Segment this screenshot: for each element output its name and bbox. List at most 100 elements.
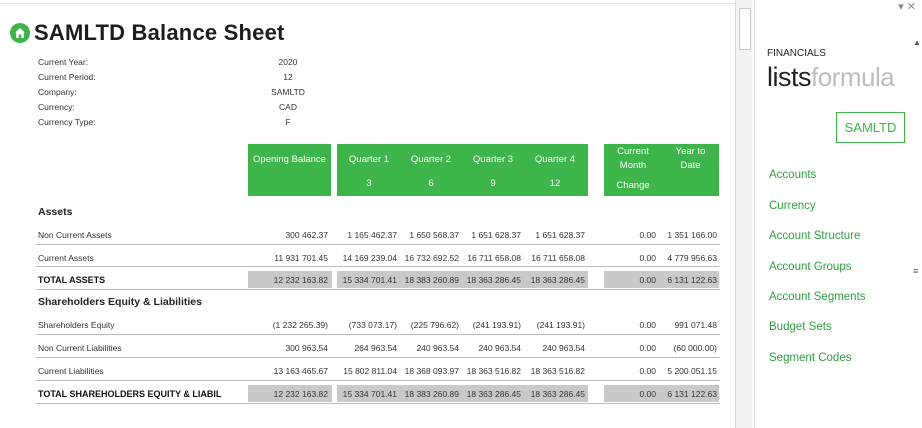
table-cell: 18 363 286.45 — [466, 389, 521, 399]
col-header-quarters: Quarter 1 3 Quarter 2 6 Quarter 3 9 Quar… — [337, 144, 588, 196]
sheet-scrollbar-thumb[interactable] — [739, 8, 751, 50]
col-header-q3-period: 9 — [490, 178, 496, 189]
current-year-label: Current Year: — [38, 57, 89, 67]
table-cell: 0.00 — [639, 253, 656, 263]
table-cell: (241 193.91) — [472, 320, 521, 330]
row-divider — [36, 380, 720, 381]
nav-currency[interactable]: Currency — [769, 200, 816, 212]
nav-accounts[interactable]: Accounts — [769, 169, 816, 181]
row-label: Current Assets — [38, 253, 94, 263]
col-header-opening-label: Opening Balance — [253, 154, 326, 165]
row-divider — [36, 266, 720, 267]
home-icon[interactable] — [10, 23, 30, 43]
table-cell: 264 963.54 — [354, 343, 397, 353]
row-label: Current Liabilities — [38, 366, 104, 376]
col-header-q4-period: 12 — [549, 178, 561, 189]
table-cell: (733 073.17) — [348, 320, 397, 330]
logo-lists-text: lists — [767, 62, 812, 92]
nav-account-segments[interactable]: Account Segments — [769, 291, 866, 303]
nav-segment-codes[interactable]: Segment Codes — [769, 352, 851, 364]
financials-pane: ▾ ✕ FINANCIALS listsformula SAMLTD Accou… — [754, 0, 922, 428]
scroll-up-arrow-icon[interactable]: ▲ — [913, 38, 921, 47]
row-divider — [36, 244, 720, 245]
table-cell: 16 711 658.08 — [467, 253, 521, 263]
table-cell: 1 351 166.00 — [667, 230, 717, 240]
table-cell: 15 334 701.41 — [342, 389, 397, 399]
col-header-change-ytd: Current Month Change Year to Date — [604, 144, 719, 196]
table-cell: 0.00 — [639, 366, 656, 376]
table-cell: 0.00 — [639, 389, 656, 399]
col-header-q2: Quarter 2 — [410, 154, 452, 165]
currency-value: CAD — [279, 102, 297, 112]
logo-formula-text: formula — [811, 62, 895, 92]
table-cell: 240 963.54 — [478, 343, 521, 353]
nav-budget-sets[interactable]: Budget Sets — [769, 321, 832, 333]
balance-sheet: SAMLTD Balance Sheet Current Year: 2020 … — [0, 0, 735, 428]
current-period-value: 12 — [283, 72, 293, 82]
row-label: Shareholders Equity — [38, 320, 115, 330]
table-cell: 0.00 — [639, 343, 656, 353]
table-cell: 18 363 516.82 — [466, 366, 521, 376]
table-cell: 1 651 628.37 — [471, 230, 521, 240]
row-label: Non Current Assets — [38, 230, 112, 240]
table-cell: 300 963.54 — [285, 343, 328, 353]
table-cell: 18 368 093.97 — [404, 366, 459, 376]
row-divider — [36, 403, 720, 404]
table-cell: 13 163 465.67 — [273, 366, 328, 376]
table-cell: (1 232 265.39) — [272, 320, 328, 330]
current-period-label: Current Period: — [38, 72, 96, 82]
table-cell: 0.00 — [639, 320, 656, 330]
scroll-grip-icon[interactable]: ≡ — [913, 266, 918, 276]
table-cell: 1 651 628.37 — [535, 230, 585, 240]
company-button[interactable]: SAMLTD — [836, 112, 905, 143]
table-cell: 300 462.37 — [285, 230, 328, 240]
pane-window-controls[interactable]: ▾ ✕ — [898, 0, 916, 13]
col-header-current-month-1: Current — [617, 146, 649, 157]
table-cell: 240 963.54 — [416, 343, 459, 353]
company-value: SAMLTD — [271, 87, 305, 97]
pane-scrollbar[interactable]: ▲ ≡ — [912, 38, 922, 428]
section-assets: Assets — [38, 206, 73, 218]
currency-type-value: F — [285, 117, 291, 127]
table-cell: 12 232 163.82 — [273, 275, 328, 285]
table-cell: 18 363 516.82 — [530, 366, 585, 376]
table-cell: 6 131 122.63 — [667, 389, 717, 399]
col-header-ytd-1: Year to — [675, 146, 706, 157]
table-cell: 240 963.54 — [542, 343, 585, 353]
pane-logo: listsformula — [767, 62, 895, 93]
nav-account-groups[interactable]: Account Groups — [769, 261, 851, 273]
current-year-value: 2020 — [278, 57, 298, 67]
table-cell: (241 193.91) — [536, 320, 585, 330]
table-cell: 15 802 811.04 — [343, 366, 397, 376]
row-divider — [36, 334, 720, 335]
sheet-scrollbar[interactable] — [735, 0, 753, 428]
table-cell: 1 650 568.37 — [409, 230, 459, 240]
table-cell: (60 000.00) — [673, 343, 717, 353]
col-header-q3: Quarter 3 — [472, 154, 514, 165]
section-equity-liabilities: Shareholders Equity & Liabilities — [38, 296, 202, 308]
col-header-q1: Quarter 1 — [348, 154, 390, 165]
row-divider — [36, 289, 720, 290]
col-header-opening-balance: Opening Balance — [248, 144, 331, 196]
col-header-q1-period: 3 — [366, 178, 372, 189]
page-title: SAMLTD Balance Sheet — [34, 20, 285, 45]
table-cell: 0.00 — [639, 275, 656, 285]
table-cell: 0.00 — [639, 230, 656, 240]
table-cell: 15 334 701.41 — [342, 275, 397, 285]
row-label-total-equity-liabilities: TOTAL SHAREHOLDERS EQUITY & LIABIL — [38, 389, 222, 399]
table-cell: 5 200 051.15 — [667, 366, 717, 376]
table-cell: 16 711 658.08 — [531, 253, 585, 263]
table-cell: 11 931 701.45 — [274, 253, 328, 263]
table-cell: (225 796.62) — [410, 320, 459, 330]
row-divider — [36, 357, 720, 358]
table-cell: 4 779 956.63 — [667, 253, 717, 263]
nav-account-structure[interactable]: Account Structure — [769, 230, 860, 242]
company-label: Company: — [38, 87, 77, 97]
col-header-current-month-3: Change — [616, 180, 650, 191]
table-cell: 1 165 462.37 — [347, 230, 397, 240]
col-header-q4: Quarter 4 — [534, 154, 576, 165]
table-cell: 14 169 239.04 — [342, 253, 397, 263]
row-label-total-assets: TOTAL ASSETS — [38, 275, 106, 285]
row-label: Non Current Liabilities — [38, 343, 122, 353]
table-cell: 6 131 122.63 — [667, 275, 717, 285]
